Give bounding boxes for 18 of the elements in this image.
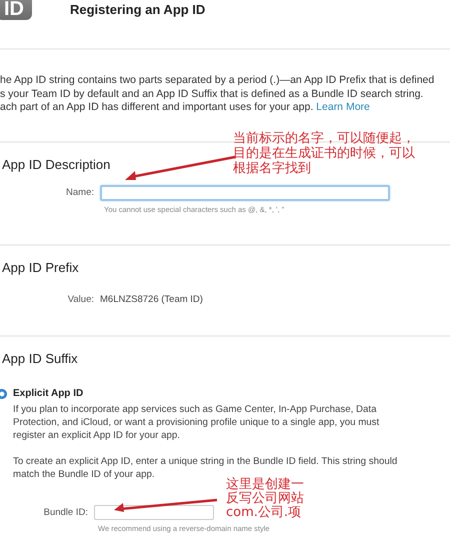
prefix-value: M6LNZS8726 (Team ID) (100, 294, 203, 304)
field-label: Bundle ID: (42, 506, 88, 518)
section-heading: App ID Suffix (2, 350, 78, 366)
learn-more-link[interactable]: Learn More (316, 101, 370, 113)
app-id-icon: ID (0, 0, 32, 20)
option-label: Explicit App ID (13, 388, 84, 398)
section-heading: App ID Prefix (2, 260, 79, 276)
bundle-id-input[interactable] (94, 504, 214, 520)
annotation-note: 当前标示的名字，可以随便起， 目的是在生成证书的时候，可以 根据名字找到 (233, 131, 415, 176)
field-label: Name: (65, 187, 94, 198)
radio-button[interactable] (0, 388, 7, 398)
name-input[interactable] (100, 184, 390, 200)
field-label: Value: (66, 294, 94, 304)
page-title: Registering an App ID (70, 2, 206, 18)
intro-paragraph: he App ID string contains two parts separated by a period (.)—an App ID Prefix that is defined s your Team ID by default and an App ID Suffix that is defined as a Bundle ID search string. ach part of an App ID has different and important uses for your app. Learn More (0, 74, 434, 114)
annotation-note: 这里是创建一 反写公司网站 com.公司.项 (226, 478, 304, 520)
section-heading: App ID Description (2, 156, 110, 172)
option-description: If you plan to incorporate app services such as Game Center, In-App Purchase, Data Protection, and iCloud, or want a provisioning profile unique to a single app, you must register an explicit App ID for your app. (13, 402, 380, 442)
